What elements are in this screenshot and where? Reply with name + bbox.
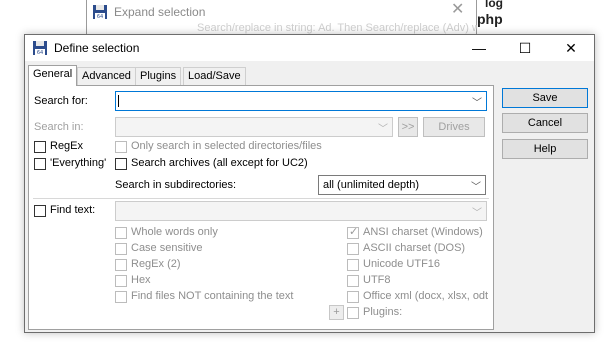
subdirs-value: all (unlimited depth) [323, 179, 419, 191]
search-in-label: Search in: [34, 121, 84, 133]
checkbox-box [115, 243, 127, 255]
save-button[interactable]: Save [502, 88, 588, 108]
checkbox-box [115, 158, 127, 170]
checkbox-label: RegEx (2) [131, 258, 181, 270]
divider [33, 198, 489, 199]
checkbox-label: ASCII charset (DOS) [363, 242, 466, 254]
checkbox-box [347, 291, 359, 303]
background-text-php: php [477, 11, 503, 27]
svg-text:64: 64 [97, 14, 103, 20]
drives-button[interactable]: Drives [423, 117, 485, 137]
find-text-input[interactable]: ﹀ [115, 201, 487, 221]
checkbox-label: 'Everything' [50, 157, 107, 169]
checkbox-label: Search archives (all except for UC2) [131, 157, 308, 169]
checkbox-label: Plugins: [363, 306, 403, 318]
chevron-down-icon[interactable]: ﹀ [471, 178, 481, 193]
browse-button[interactable]: >> [398, 117, 418, 137]
search-for-label: Search for: [34, 95, 88, 107]
background-window-title: Expand selection [114, 5, 206, 19]
checkbox-box [347, 259, 359, 271]
checkbox-box: ✓ [347, 226, 359, 239]
chevron-down-icon[interactable]: ﹀ [472, 94, 482, 109]
checkbox-label: Hex [131, 274, 151, 286]
checkbox-label: Unicode UTF16 [363, 258, 441, 270]
checkbox-label: UTF8 [363, 274, 391, 286]
add-plugin-button[interactable]: + [329, 305, 344, 320]
checkbox-label: Only search in selected directories/file… [131, 140, 322, 152]
checkbox-label: Office xml (docx, xlsx, odt etc.) [363, 290, 491, 302]
checkbox-box [115, 291, 127, 303]
floppy-disk-icon: 64 [32, 40, 48, 56]
checkbox-box [115, 227, 127, 239]
search-in-input[interactable]: ﹀ [115, 117, 393, 137]
checkbox-box [34, 158, 46, 170]
subdirs-label: Search in subdirectories: [115, 179, 237, 191]
chevron-down-icon[interactable]: ﹀ [378, 120, 388, 135]
chevron-down-icon[interactable]: ﹀ [472, 204, 482, 219]
svg-text:64: 64 [37, 50, 43, 56]
search-for-input[interactable]: ﹀ [115, 91, 487, 111]
close-button[interactable]: ✕ [548, 35, 594, 61]
close-icon[interactable]: ✕ [451, 2, 464, 18]
cancel-button[interactable]: Cancel [502, 113, 588, 133]
floppy-disk-icon: 64 [92, 4, 108, 20]
checkbox-label: ANSI charset (Windows) [363, 226, 483, 238]
checkbox-box [347, 307, 359, 319]
checkbox-box [347, 243, 359, 255]
checkbox-box [34, 205, 46, 217]
background-text-log: log [485, 0, 503, 10]
general-panel: Search for: ﹀ Search in: ﹀ >> Drives Onl… [28, 85, 494, 330]
tab-plugins[interactable]: Plugins [135, 67, 182, 85]
minimize-button[interactable]: — [456, 35, 502, 61]
maximize-button[interactable]: ☐ [502, 35, 548, 61]
checkbox-label: RegEx [50, 140, 84, 152]
checkbox-label: Find files NOT containing the text [131, 290, 294, 302]
tab-load-save[interactable]: Load/Save [183, 67, 246, 85]
help-button[interactable]: Help [502, 139, 588, 159]
office-xml-checkbox[interactable]: Office xml (docx, xlsx, odt etc.) [347, 290, 491, 304]
define-selection-dialog: 64 Define selection — ☐ ✕ General Advanc… [24, 34, 595, 333]
tab-advanced[interactable]: Advanced [77, 67, 136, 85]
background-window-text: Search/replace in string: Ad. Then Searc… [197, 22, 501, 34]
tab-general[interactable]: General [28, 65, 78, 86]
checkbox-box [115, 141, 127, 153]
text-caret [118, 95, 119, 107]
title-bar: 64 Define selection — ☐ ✕ [25, 35, 594, 61]
checkbox-label: Find text: [50, 204, 96, 216]
check-icon: ✓ [349, 226, 359, 238]
checkbox-box [34, 141, 46, 153]
checkbox-label: Whole words only [131, 226, 218, 238]
checkbox-label: Case sensitive [131, 242, 203, 254]
dialog-title: Define selection [54, 41, 140, 55]
checkbox-box [115, 275, 127, 287]
checkbox-box [347, 275, 359, 287]
subdirs-select[interactable]: all (unlimited depth) ﹀ [318, 175, 486, 195]
checkbox-box [115, 259, 127, 271]
